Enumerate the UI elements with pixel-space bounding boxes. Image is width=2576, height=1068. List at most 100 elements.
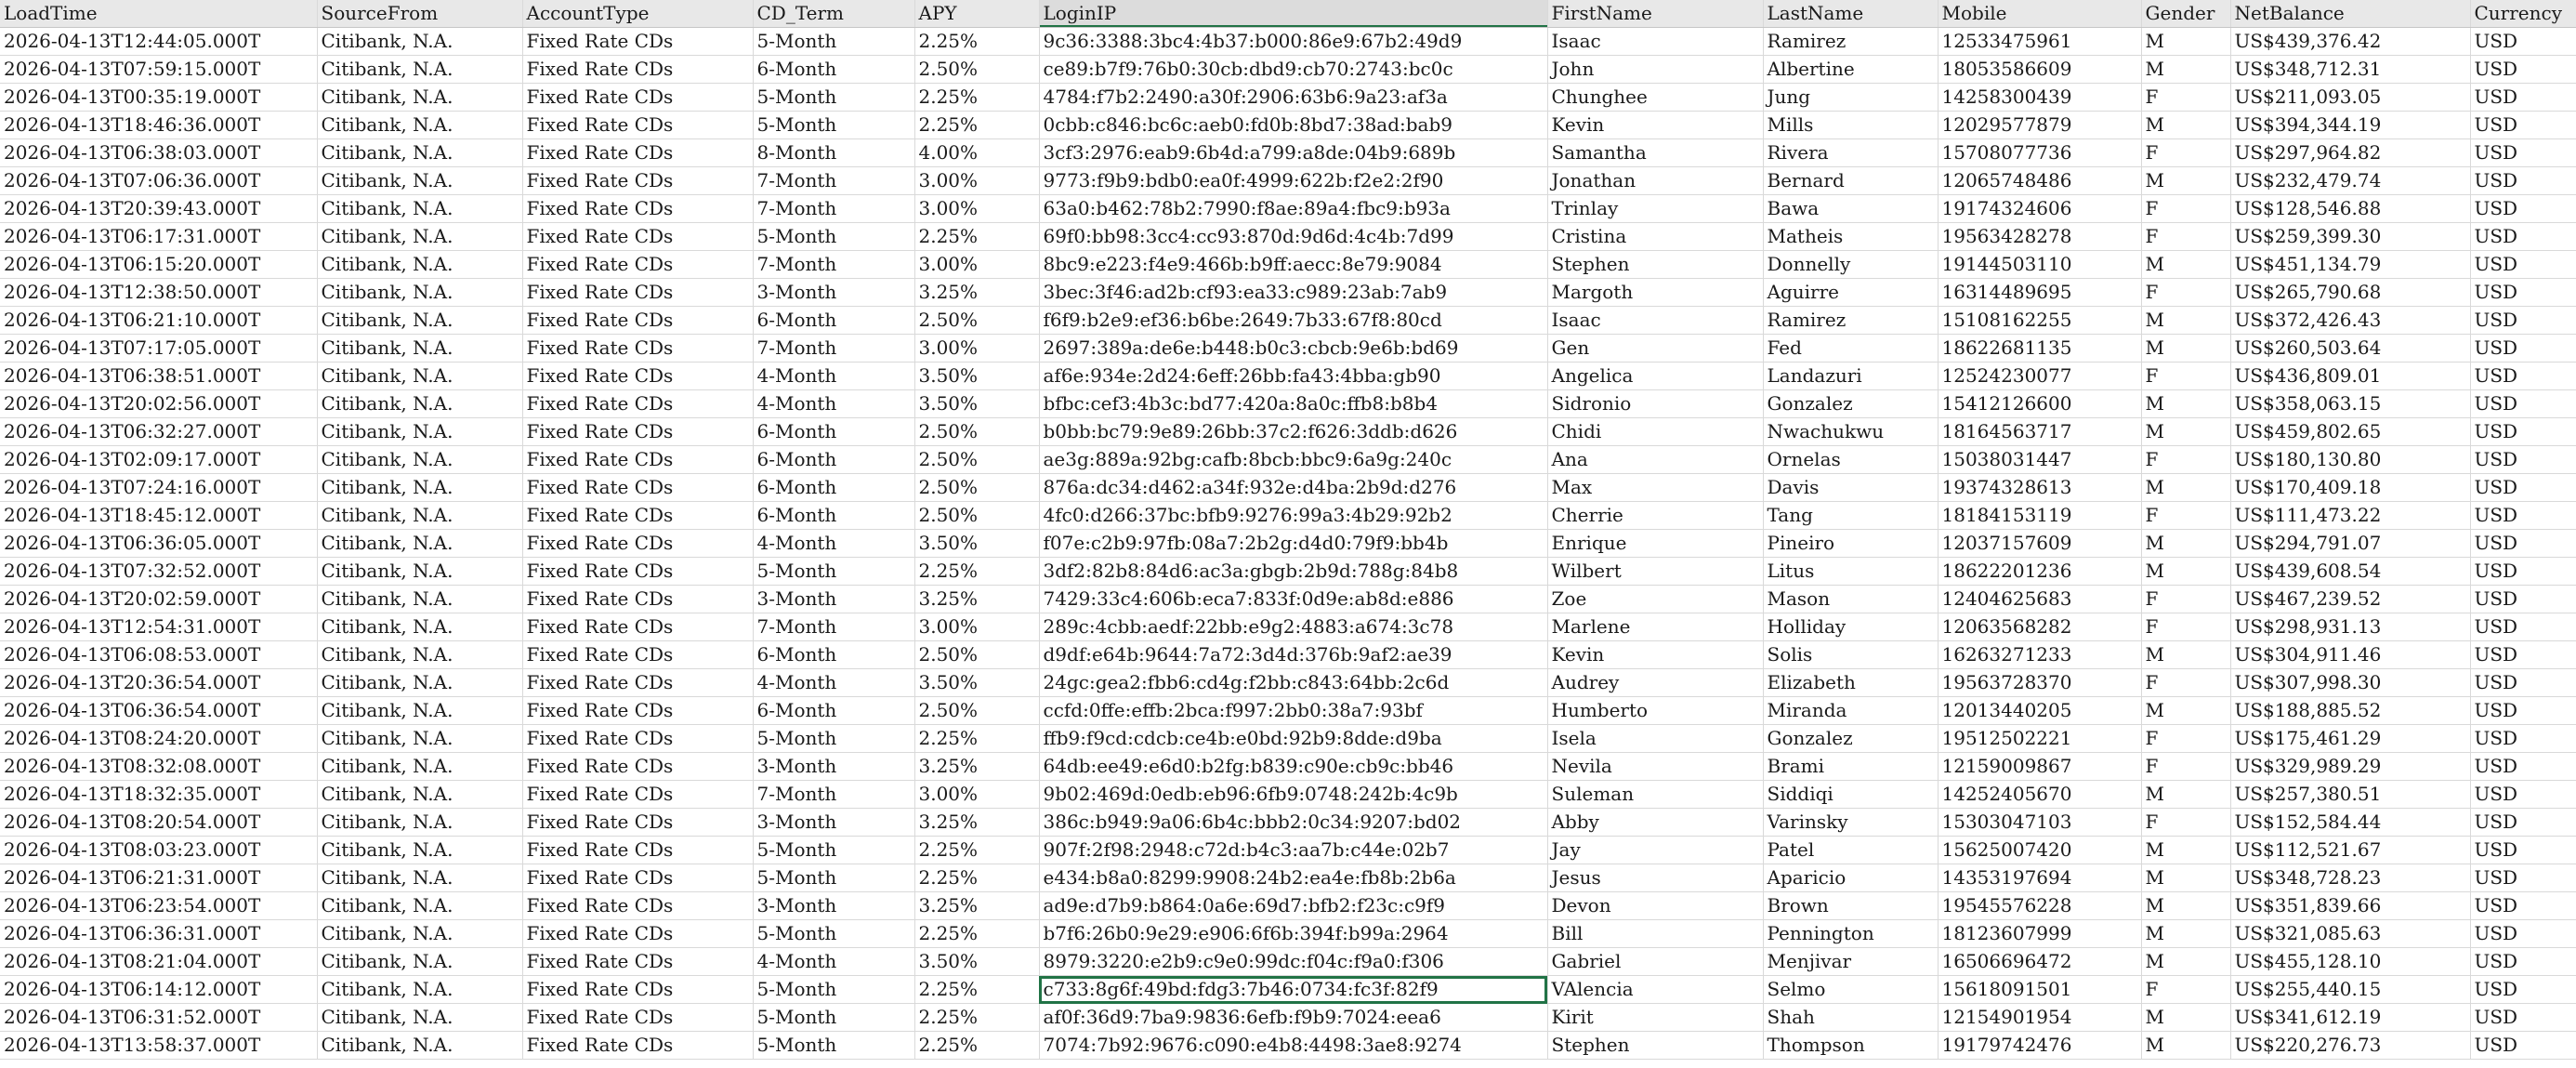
cell-sourcefrom[interactable]: Citibank, N.A. bbox=[317, 975, 523, 1004]
cell-loadtime[interactable]: 2026-04-13T06:36:31.000T bbox=[0, 919, 318, 948]
cell-loadtime[interactable]: 2026-04-13T12:54:31.000T bbox=[0, 613, 318, 641]
cell-loadtime[interactable]: 2026-04-13T06:36:05.000T bbox=[0, 529, 318, 558]
cell-loginip[interactable]: 9c36:3388:3bc4:4b37:b000:86e9:67b2:49d9 bbox=[1039, 27, 1548, 56]
cell-currency[interactable]: USD bbox=[2470, 613, 2576, 641]
cell-gender[interactable]: F bbox=[2141, 724, 2231, 753]
cell-lastname[interactable]: Gonzalez bbox=[1763, 724, 1939, 753]
cell-currency[interactable]: USD bbox=[2470, 1031, 2576, 1060]
cell-firstname[interactable]: Isaac bbox=[1547, 27, 1764, 56]
cell-firstname[interactable]: Ana bbox=[1547, 445, 1764, 474]
cell-cd-term[interactable]: 4-Month bbox=[753, 529, 915, 558]
cell-netbalance[interactable]: US$255,440.15 bbox=[2230, 975, 2471, 1004]
cell-mobile[interactable]: 15412126600 bbox=[1938, 389, 2142, 418]
cell-gender[interactable]: M bbox=[2141, 529, 2231, 558]
cell-sourcefrom[interactable]: Citibank, N.A. bbox=[317, 585, 523, 613]
column-header-firstname[interactable]: FirstName bbox=[1547, 0, 1764, 28]
cell-gender[interactable]: F bbox=[2141, 362, 2231, 390]
cell-lastname[interactable]: Pennington bbox=[1763, 919, 1939, 948]
cell-lastname[interactable]: Rivera bbox=[1763, 138, 1939, 167]
cell-cd-term[interactable]: 3-Month bbox=[753, 808, 915, 837]
cell-loginip[interactable]: 3df2:82b8:84d6:ac3a:gbgb:2b9d:788g:84b8 bbox=[1039, 557, 1548, 586]
cell-netbalance[interactable]: US$128,546.88 bbox=[2230, 194, 2471, 223]
cell-lastname[interactable]: Menjivar bbox=[1763, 947, 1939, 976]
cell-sourcefrom[interactable]: Citibank, N.A. bbox=[317, 529, 523, 558]
cell-mobile[interactable]: 19144503110 bbox=[1938, 250, 2142, 279]
cell-currency[interactable]: USD bbox=[2470, 111, 2576, 139]
cell-mobile[interactable]: 19374328613 bbox=[1938, 473, 2142, 502]
cell-accounttype[interactable]: Fixed Rate CDs bbox=[522, 417, 754, 446]
cell-loginip[interactable]: ccfd:0ffe:effb:2bca:f997:2bb0:38a7:93bf bbox=[1039, 696, 1548, 725]
cell-currency[interactable]: USD bbox=[2470, 557, 2576, 586]
cell-netbalance[interactable]: US$436,809.01 bbox=[2230, 362, 2471, 390]
cell-sourcefrom[interactable]: Citibank, N.A. bbox=[317, 947, 523, 976]
cell-loadtime[interactable]: 2026-04-13T06:31:52.000T bbox=[0, 1003, 318, 1032]
cell-accounttype[interactable]: Fixed Rate CDs bbox=[522, 585, 754, 613]
cell-loadtime[interactable]: 2026-04-13T06:38:51.000T bbox=[0, 362, 318, 390]
cell-lastname[interactable]: Pineiro bbox=[1763, 529, 1939, 558]
cell-mobile[interactable]: 14353197694 bbox=[1938, 864, 2142, 892]
cell-firstname[interactable]: Margoth bbox=[1547, 278, 1764, 307]
cell-netbalance[interactable]: US$152,584.44 bbox=[2230, 808, 2471, 837]
cell-sourcefrom[interactable]: Citibank, N.A. bbox=[317, 222, 523, 251]
cell-accounttype[interactable]: Fixed Rate CDs bbox=[522, 194, 754, 223]
cell-cd-term[interactable]: 6-Month bbox=[753, 473, 915, 502]
cell-currency[interactable]: USD bbox=[2470, 668, 2576, 697]
cell-netbalance[interactable]: US$439,376.42 bbox=[2230, 27, 2471, 56]
cell-netbalance[interactable]: US$321,085.63 bbox=[2230, 919, 2471, 948]
cell-accounttype[interactable]: Fixed Rate CDs bbox=[522, 334, 754, 363]
cell-loadtime[interactable]: 2026-04-13T08:24:20.000T bbox=[0, 724, 318, 753]
cell-loginip[interactable]: e434:b8a0:8299:9908:24b2:ea4e:fb8b:2b6a bbox=[1039, 864, 1548, 892]
cell-mobile[interactable]: 14252405670 bbox=[1938, 780, 2142, 809]
cell-gender[interactable]: M bbox=[2141, 166, 2231, 195]
cell-netbalance[interactable]: US$294,791.07 bbox=[2230, 529, 2471, 558]
cell-cd-term[interactable]: 5-Month bbox=[753, 111, 915, 139]
cell-mobile[interactable]: 18164563717 bbox=[1938, 417, 2142, 446]
cell-gender[interactable]: M bbox=[2141, 1031, 2231, 1060]
cell-currency[interactable]: USD bbox=[2470, 529, 2576, 558]
cell-gender[interactable]: M bbox=[2141, 640, 2231, 669]
cell-currency[interactable]: USD bbox=[2470, 780, 2576, 809]
cell-lastname[interactable]: Brown bbox=[1763, 891, 1939, 920]
cell-netbalance[interactable]: US$394,344.19 bbox=[2230, 111, 2471, 139]
cell-loadtime[interactable]: 2026-04-13T18:45:12.000T bbox=[0, 501, 318, 530]
cell-lastname[interactable]: Solis bbox=[1763, 640, 1939, 669]
cell-firstname[interactable]: Kirit bbox=[1547, 1003, 1764, 1032]
cell-gender[interactable]: F bbox=[2141, 194, 2231, 223]
cell-loadtime[interactable]: 2026-04-13T06:23:54.000T bbox=[0, 891, 318, 920]
cell-lastname[interactable]: Davis bbox=[1763, 473, 1939, 502]
cell-mobile[interactable]: 12037157609 bbox=[1938, 529, 2142, 558]
cell-firstname[interactable]: Kevin bbox=[1547, 111, 1764, 139]
cell-apy[interactable]: 2.25% bbox=[914, 975, 1040, 1004]
cell-apy[interactable]: 3.50% bbox=[914, 362, 1040, 390]
cell-currency[interactable]: USD bbox=[2470, 445, 2576, 474]
column-header-gender[interactable]: Gender bbox=[2141, 0, 2231, 28]
cell-currency[interactable]: USD bbox=[2470, 278, 2576, 307]
cell-lastname[interactable]: Nwachukwu bbox=[1763, 417, 1939, 446]
cell-gender[interactable]: M bbox=[2141, 250, 2231, 279]
column-header-netbalance[interactable]: NetBalance bbox=[2230, 0, 2471, 28]
cell-sourcefrom[interactable]: Citibank, N.A. bbox=[317, 891, 523, 920]
cell-loadtime[interactable]: 2026-04-13T07:59:15.000T bbox=[0, 55, 318, 84]
cell-accounttype[interactable]: Fixed Rate CDs bbox=[522, 780, 754, 809]
cell-sourcefrom[interactable]: Citibank, N.A. bbox=[317, 836, 523, 864]
cell-loginip[interactable]: 3bec:3f46:ad2b:cf93:ea33:c989:23ab:7ab9 bbox=[1039, 278, 1548, 307]
cell-mobile[interactable]: 12063568282 bbox=[1938, 613, 2142, 641]
cell-accounttype[interactable]: Fixed Rate CDs bbox=[522, 83, 754, 112]
cell-loginip[interactable]: 907f:2f98:2948:c72d:b4c3:aa7b:c44e:02b7 bbox=[1039, 836, 1548, 864]
cell-loadtime[interactable]: 2026-04-13T06:08:53.000T bbox=[0, 640, 318, 669]
cell-apy[interactable]: 2.50% bbox=[914, 696, 1040, 725]
cell-currency[interactable]: USD bbox=[2470, 55, 2576, 84]
cell-currency[interactable]: USD bbox=[2470, 919, 2576, 948]
cell-lastname[interactable]: Gonzalez bbox=[1763, 389, 1939, 418]
cell-cd-term[interactable]: 8-Month bbox=[753, 138, 915, 167]
cell-apy[interactable]: 2.25% bbox=[914, 83, 1040, 112]
cell-netbalance[interactable]: US$304,911.46 bbox=[2230, 640, 2471, 669]
cell-apy[interactable]: 2.25% bbox=[914, 724, 1040, 753]
cell-cd-term[interactable]: 7-Month bbox=[753, 250, 915, 279]
cell-firstname[interactable]: Jonathan bbox=[1547, 166, 1764, 195]
column-header-accounttype[interactable]: AccountType bbox=[522, 0, 754, 28]
cell-sourcefrom[interactable]: Citibank, N.A. bbox=[317, 334, 523, 363]
cell-gender[interactable]: M bbox=[2141, 836, 2231, 864]
cell-netbalance[interactable]: US$459,802.65 bbox=[2230, 417, 2471, 446]
cell-loginip[interactable]: 386c:b949:9a06:6b4c:bbb2:0c34:9207:bd02 bbox=[1039, 808, 1548, 837]
